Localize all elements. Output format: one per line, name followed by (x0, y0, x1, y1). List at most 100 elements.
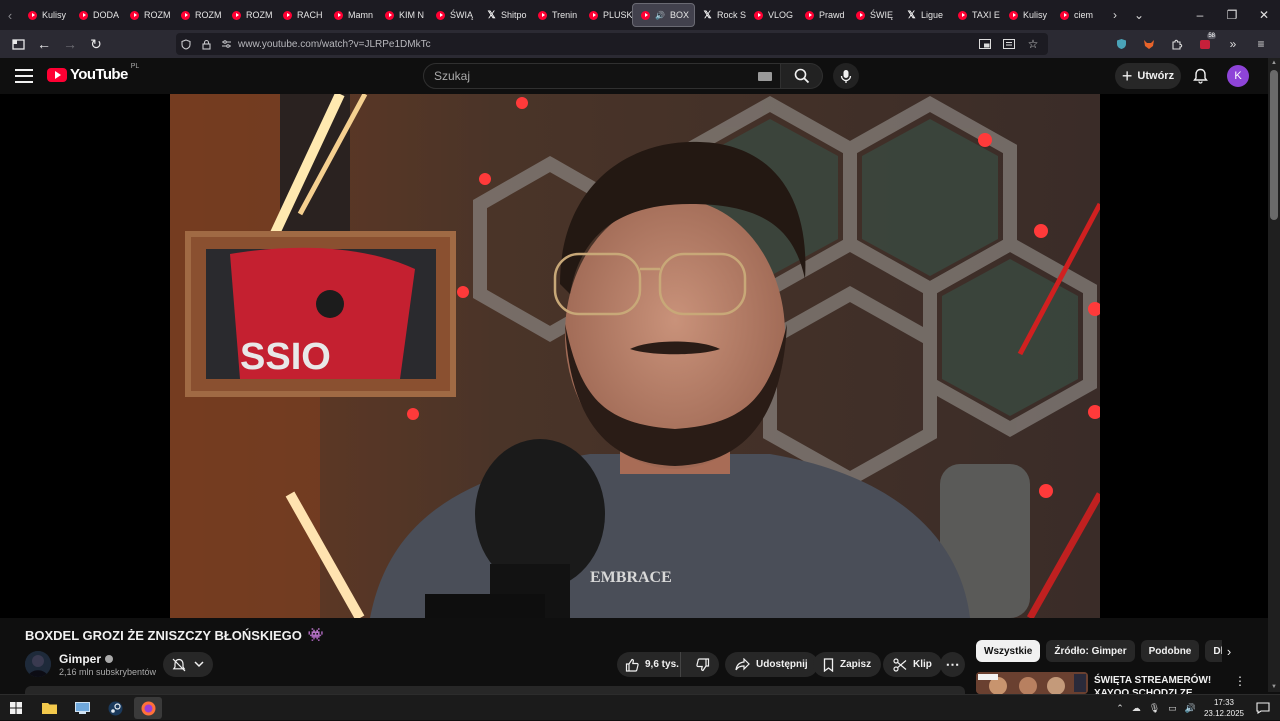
app-menu-icon[interactable]: ≡ (1250, 33, 1272, 55)
back-icon[interactable]: ← (32, 32, 56, 56)
control-panel-icon[interactable] (68, 697, 96, 719)
chip-next-icon[interactable]: › (1220, 641, 1238, 661)
filter-chip[interactable]: Wszystkie (976, 640, 1041, 662)
share-button[interactable]: Udostępnij (725, 652, 818, 677)
browser-tab[interactable]: KIM N (377, 3, 428, 27)
browser-tab[interactable]: Prawd (797, 3, 848, 27)
account-avatar[interactable]: K (1227, 65, 1249, 87)
browser-tab[interactable]: TAXI E (950, 3, 1001, 27)
notifications-button[interactable] (1189, 65, 1211, 87)
create-button[interactable]: + Utwórz (1115, 63, 1181, 89)
browser-tab[interactable]: Kulisy (20, 3, 71, 27)
permissions-icon[interactable] (216, 33, 236, 55)
fox-extension-icon[interactable] (1138, 33, 1160, 55)
extensions-puzzle-icon[interactable] (1166, 33, 1188, 55)
browser-tab[interactable]: Mamn (326, 3, 377, 27)
tab-scroll-right-icon[interactable]: › (1103, 0, 1127, 30)
minimize-icon[interactable]: – (1184, 0, 1216, 30)
windows-start-icon[interactable] (2, 697, 30, 719)
browser-tab[interactable]: VLOG (746, 3, 797, 27)
filter-chip[interactable]: Źródło: Gimper (1046, 640, 1135, 662)
browser-tab[interactable]: 𝕏 Shitpo (479, 3, 530, 27)
scroll-up-icon[interactable]: ▲ (1270, 60, 1278, 66)
overflow-chevron-icon[interactable]: » (1222, 33, 1244, 55)
browser-tab[interactable]: ciem (1052, 3, 1103, 27)
search-input[interactable] (434, 69, 744, 83)
url-bar[interactable]: www.youtube.com/watch?v=JLRPe1DMkTc ☆ (176, 33, 1048, 55)
video-player[interactable]: SSIO EMBRACE (0, 94, 1268, 618)
browser-tab[interactable]: ŚWIĘ (848, 3, 899, 27)
reader-view-icon[interactable] (998, 33, 1020, 55)
chevron-down-icon (194, 661, 204, 668)
channel-avatar[interactable] (25, 651, 51, 677)
description-box[interactable] (25, 686, 965, 694)
volume-icon[interactable]: 🔊 (1185, 703, 1196, 714)
microphone-tray-icon[interactable]: 🎙 (1149, 703, 1160, 714)
video-frame[interactable]: SSIO EMBRACE (170, 94, 1100, 618)
tab-active[interactable]: 🔊BOX× (632, 3, 695, 27)
like-count: 9,6 tys. (645, 659, 679, 670)
browser-tab[interactable]: 𝕏 Ligue (899, 3, 950, 27)
sidebar-toggle-icon[interactable] (6, 32, 30, 56)
youtube-icon (538, 10, 547, 20)
tab-audio-icon[interactable]: 🔊 (655, 11, 665, 20)
tracking-shield-icon[interactable] (176, 33, 196, 55)
save-button[interactable]: Zapisz (813, 652, 882, 677)
picture-in-picture-icon[interactable] (974, 33, 996, 55)
youtube-icon (805, 10, 814, 20)
tab-label: TAXI E (972, 10, 1000, 20)
youtube-logo[interactable]: YouTube PL (47, 63, 139, 83)
scroll-down-icon[interactable]: ▼ (1270, 684, 1278, 690)
dislike-button[interactable] (687, 652, 719, 677)
browser-tab[interactable]: DODA (71, 3, 122, 27)
browser-tab[interactable]: PLUSK (581, 3, 632, 27)
tab-label: ROZM (195, 10, 222, 20)
tab-label: Kulisy (1023, 10, 1048, 20)
search-button[interactable] (781, 63, 823, 89)
vpn-shield-icon[interactable] (1110, 33, 1132, 55)
filter-chip[interactable]: Podobne (1140, 640, 1200, 662)
browser-tab[interactable]: ROZM (122, 3, 173, 27)
thumbs-down-icon (696, 657, 710, 671)
more-actions-icon[interactable]: ⋯ (940, 652, 965, 677)
youtube-icon (856, 10, 865, 20)
restore-icon[interactable]: ❐ (1216, 0, 1248, 30)
browser-tab[interactable]: ROZM (173, 3, 224, 27)
steam-icon[interactable] (101, 697, 129, 719)
firefox-icon[interactable] (134, 697, 162, 719)
browser-tab[interactable]: Trenin (530, 3, 581, 27)
channel-name[interactable]: Gimper (59, 652, 114, 666)
browser-tab[interactable]: 𝕏 Rock S (695, 3, 746, 27)
clock-date: 23.12.2025 (1203, 709, 1244, 718)
onedrive-icon[interactable]: ☁ (1132, 703, 1141, 714)
page-scroll-thumb[interactable] (1270, 70, 1278, 220)
forward-icon[interactable]: → (58, 32, 82, 56)
guide-menu-icon[interactable] (14, 67, 34, 85)
adblock-badge-icon[interactable]: 58 (1194, 33, 1216, 55)
keyboard-icon[interactable] (758, 72, 772, 81)
page-scrollbar[interactable]: ▲ ▼ (1268, 58, 1280, 692)
tab-scroll-left-icon[interactable]: ‹ (0, 0, 20, 30)
notification-settings-button[interactable] (163, 652, 213, 677)
like-button[interactable]: 9,6 tys. (617, 652, 682, 677)
clip-button[interactable]: Klip (883, 652, 942, 677)
tray-overflow-icon[interactable]: ⌃ (1116, 703, 1124, 714)
youtube-icon (754, 10, 763, 20)
network-icon[interactable]: ▭ (1168, 703, 1177, 714)
notification-center-icon[interactable] (1256, 701, 1270, 715)
reload-icon[interactable]: ↻ (84, 32, 108, 56)
voice-search-button[interactable] (833, 63, 859, 89)
bookmark-star-icon[interactable]: ☆ (1022, 33, 1044, 55)
browser-tab[interactable]: ROZM (224, 3, 275, 27)
video-still-image: SSIO EMBRACE (170, 94, 1100, 618)
browser-tab[interactable]: ŚWIĄ (428, 3, 479, 27)
recommendation-thumbnail[interactable] (976, 672, 1088, 694)
file-explorer-icon[interactable] (35, 697, 63, 719)
browser-tab[interactable]: RACH (275, 3, 326, 27)
list-all-tabs-icon[interactable]: ⌄ (1127, 0, 1151, 30)
recommendation-menu-icon[interactable]: ⋮ (1234, 674, 1246, 688)
browser-tab[interactable]: Kulisy (1001, 3, 1052, 27)
lock-icon[interactable] (196, 33, 216, 55)
close-window-icon[interactable]: ✕ (1248, 0, 1280, 30)
clock[interactable]: 17:33 23.12.2025 (1204, 697, 1244, 719)
